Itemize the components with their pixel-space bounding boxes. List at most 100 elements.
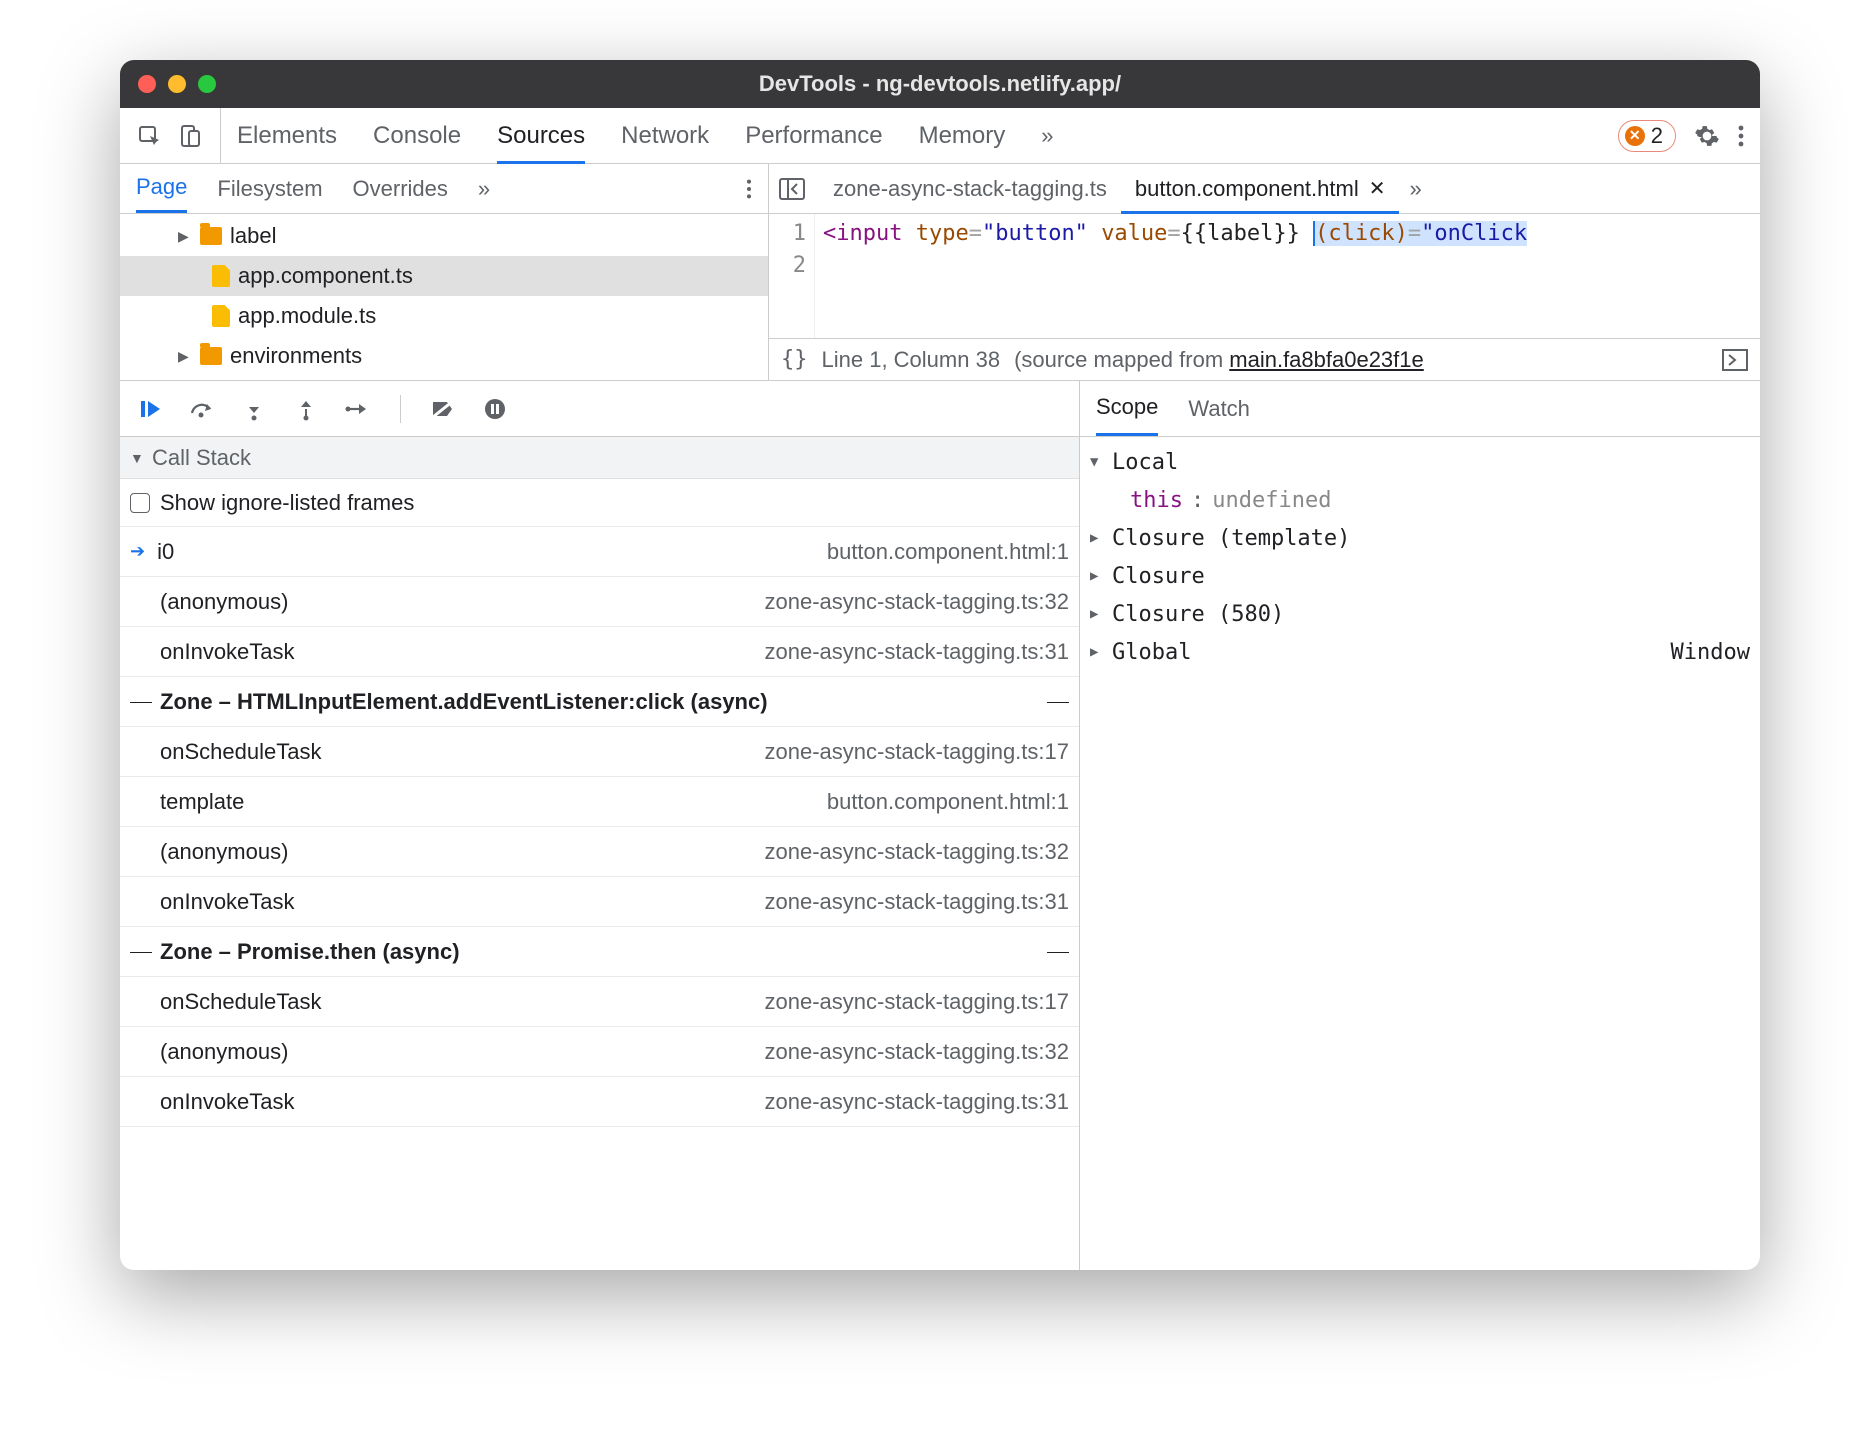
- show-ignore-listed-option[interactable]: Show ignore-listed frames: [120, 479, 1079, 527]
- scope-label: Global: [1112, 640, 1191, 665]
- error-count-badge[interactable]: ✕ 2: [1618, 120, 1676, 152]
- tree-folder-environments[interactable]: ▶ environments: [120, 336, 768, 376]
- kebab-menu-icon[interactable]: [1738, 124, 1744, 148]
- close-tab-icon[interactable]: ✕: [1369, 176, 1386, 201]
- frame-location[interactable]: zone-async-stack-tagging.ts:32: [765, 1039, 1070, 1065]
- tree-folder-label[interactable]: ▶ label: [120, 216, 768, 256]
- tab-watch[interactable]: Watch: [1188, 381, 1250, 436]
- source-map-info: (source mapped from main.fa8bfa0e23f1e: [1014, 347, 1424, 373]
- scope-value: Window: [1671, 640, 1750, 665]
- scope-label: Closure: [1112, 564, 1205, 589]
- code-line: <input type="button" value={{label}} (cl…: [823, 218, 1760, 250]
- tab-sources[interactable]: Sources: [497, 108, 585, 163]
- editor-status-bar: {} Line 1, Column 38 (source mapped from…: [769, 338, 1760, 380]
- tab-network[interactable]: Network: [621, 108, 709, 163]
- call-stack-header[interactable]: ▼ Call Stack: [120, 437, 1079, 479]
- settings-gear-icon[interactable]: [1694, 123, 1720, 149]
- resume-button[interactable]: [136, 395, 164, 423]
- stack-frame[interactable]: onInvokeTaskzone-async-stack-tagging.ts:…: [120, 627, 1079, 677]
- file-tab-button-component[interactable]: button.component.html ✕: [1121, 164, 1400, 213]
- frame-location[interactable]: zone-async-stack-tagging.ts:17: [765, 739, 1070, 765]
- toggle-navigator-icon[interactable]: [779, 178, 805, 200]
- file-icon: [212, 265, 230, 287]
- tab-elements[interactable]: Elements: [237, 108, 337, 163]
- scope-item[interactable]: ▶ Global Window: [1090, 633, 1750, 671]
- tree-item-label: environments: [230, 343, 362, 369]
- navigator-tab-overrides[interactable]: Overrides: [353, 164, 448, 213]
- disclosure-triangle-icon[interactable]: ▶: [178, 228, 192, 245]
- tabs-overflow-icon[interactable]: »: [1041, 123, 1053, 149]
- tab-performance[interactable]: Performance: [745, 108, 882, 163]
- stack-frame[interactable]: onInvokeTaskzone-async-stack-tagging.ts:…: [120, 1077, 1079, 1127]
- stack-frame[interactable]: (anonymous)zone-async-stack-tagging.ts:3…: [120, 577, 1079, 627]
- sources-header: Page Filesystem Overrides » zone-async-s…: [120, 164, 1760, 214]
- tree-item-label: app.component.ts: [238, 263, 413, 289]
- deactivate-breakpoints-button[interactable]: [429, 395, 457, 423]
- window-controls: [138, 75, 216, 93]
- frame-location[interactable]: zone-async-stack-tagging.ts:31: [765, 889, 1070, 915]
- debugger-toolbar: Scope Watch: [120, 380, 1760, 436]
- checkbox[interactable]: [130, 493, 150, 513]
- stack-frame[interactable]: onScheduleTaskzone-async-stack-tagging.t…: [120, 977, 1079, 1027]
- pretty-print-icon[interactable]: {}: [781, 347, 808, 372]
- disclosure-triangle-icon[interactable]: ▶: [1090, 606, 1104, 622]
- scope-item[interactable]: ▶Closure (580): [1090, 595, 1750, 633]
- disclosure-triangle-icon[interactable]: ▶: [1090, 530, 1104, 546]
- source-map-link[interactable]: main.fa8bfa0e23f1e: [1229, 347, 1424, 372]
- minimize-window-button[interactable]: [168, 75, 186, 93]
- tab-console[interactable]: Console: [373, 108, 461, 163]
- disclosure-triangle-icon[interactable]: ▼: [130, 450, 144, 466]
- step-button[interactable]: [344, 395, 372, 423]
- navigator-overflow-icon[interactable]: »: [478, 176, 490, 202]
- navigator-kebab-icon[interactable]: [746, 178, 752, 200]
- disclosure-triangle-icon[interactable]: ▶: [1090, 568, 1104, 584]
- navigator-tab-filesystem[interactable]: Filesystem: [217, 164, 322, 213]
- frame-location[interactable]: zone-async-stack-tagging.ts:32: [765, 589, 1070, 615]
- disclosure-triangle-icon[interactable]: ▶: [178, 348, 192, 365]
- code-editor[interactable]: 1 2 <input type="button" value={{label}}…: [769, 214, 1760, 338]
- frame-location[interactable]: button.component.html:1: [827, 789, 1069, 815]
- frame-location[interactable]: button.component.html:1: [827, 539, 1069, 565]
- navigator-tab-page[interactable]: Page: [136, 164, 187, 213]
- stack-frame[interactable]: template button.component.html:1: [120, 777, 1079, 827]
- disclosure-triangle-icon[interactable]: ▶: [1090, 644, 1104, 660]
- frame-name: template: [160, 789, 244, 815]
- frame-location[interactable]: zone-async-stack-tagging.ts:31: [765, 639, 1070, 665]
- stack-frame[interactable]: ➔i0button.component.html:1: [120, 527, 1079, 577]
- pause-on-exceptions-button[interactable]: [481, 395, 509, 423]
- coverage-toggle-icon[interactable]: [1722, 349, 1748, 371]
- scope-item[interactable]: ▶ Closure: [1090, 557, 1750, 595]
- tab-memory[interactable]: Memory: [919, 108, 1006, 163]
- scope-item[interactable]: this: undefined: [1130, 481, 1750, 519]
- line-gutter: 1 2: [769, 214, 815, 338]
- file-tab-zone[interactable]: zone-async-stack-tagging.ts: [819, 164, 1121, 213]
- frame-location[interactable]: zone-async-stack-tagging.ts:31: [765, 1089, 1070, 1115]
- device-toggle-icon[interactable]: [178, 124, 202, 148]
- stack-frame[interactable]: onInvokeTaskzone-async-stack-tagging.ts:…: [120, 877, 1079, 927]
- stack-frame[interactable]: (anonymous)zone-async-stack-tagging.ts:3…: [120, 827, 1079, 877]
- scope-item[interactable]: ▼ Local: [1090, 443, 1750, 481]
- close-window-button[interactable]: [138, 75, 156, 93]
- cursor-position: Line 1, Column 38: [822, 347, 1001, 373]
- lower-panes: ▼ Call Stack Show ignore-listed frames ➔…: [120, 436, 1760, 1270]
- frame-location[interactable]: zone-async-stack-tagging.ts:32: [765, 839, 1070, 865]
- scope-label: Local: [1112, 450, 1178, 475]
- disclosure-triangle-icon[interactable]: ▼: [1090, 454, 1104, 470]
- tree-file-app-component[interactable]: app.component.ts: [120, 256, 768, 296]
- file-tabs-overflow-icon[interactable]: »: [1409, 176, 1421, 202]
- maximize-window-button[interactable]: [198, 75, 216, 93]
- panel-tabs: Elements Console Sources Network Perform…: [221, 108, 1602, 163]
- tab-scope[interactable]: Scope: [1096, 381, 1158, 436]
- code-content[interactable]: <input type="button" value={{label}} (cl…: [815, 214, 1760, 338]
- stack-frame[interactable]: onScheduleTaskzone-async-stack-tagging.t…: [120, 727, 1079, 777]
- inspect-element-icon[interactable]: [138, 124, 162, 148]
- tree-file-app-module[interactable]: app.module.ts: [120, 296, 768, 336]
- step-into-button[interactable]: [240, 395, 268, 423]
- step-out-button[interactable]: [292, 395, 320, 423]
- frame-location[interactable]: zone-async-stack-tagging.ts:17: [765, 989, 1070, 1015]
- error-count: 2: [1651, 123, 1663, 149]
- stack-frame[interactable]: (anonymous)zone-async-stack-tagging.ts:3…: [120, 1027, 1079, 1077]
- step-over-button[interactable]: [188, 395, 216, 423]
- scope-item[interactable]: ▶Closure (template): [1090, 519, 1750, 557]
- current-frame-arrow-icon: ➔: [130, 541, 145, 562]
